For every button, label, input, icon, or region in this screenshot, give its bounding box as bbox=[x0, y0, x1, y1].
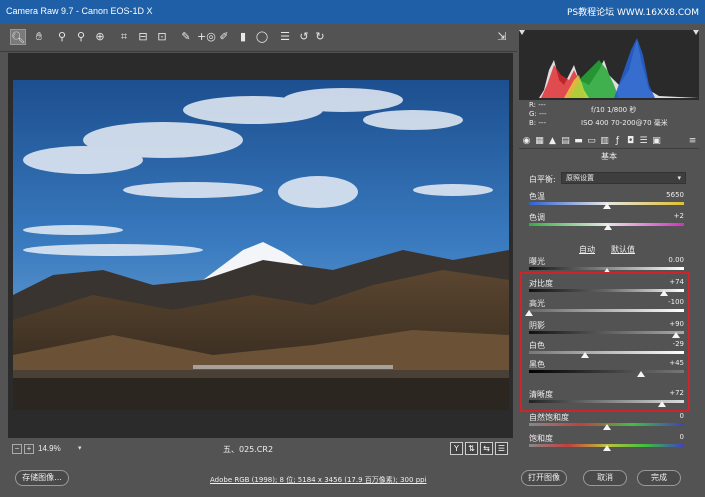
before-after-button[interactable]: Y bbox=[450, 442, 463, 455]
default-link[interactable]: 默认值 bbox=[611, 244, 635, 255]
white-balance-label: 白平衡: bbox=[529, 175, 556, 184]
highlight-box bbox=[520, 272, 690, 412]
crop-icon[interactable]: ⌗ bbox=[116, 29, 132, 45]
rotate-right-icon[interactable]: ↻ bbox=[312, 29, 328, 45]
transform-icon[interactable]: ⊡ bbox=[154, 29, 170, 45]
slider-thumb[interactable] bbox=[604, 224, 613, 230]
tone-curve-tab-icon[interactable]: ▦ bbox=[534, 136, 545, 147]
effects-tab-icon[interactable]: ▥ bbox=[599, 136, 610, 147]
red-eye-icon[interactable]: +◎ bbox=[197, 29, 216, 45]
section-title: 基本 bbox=[601, 152, 617, 161]
basic-tab-icon[interactable]: ◉ bbox=[521, 136, 532, 147]
done-button[interactable]: 完成 bbox=[637, 470, 681, 486]
window-title: Camera Raw 9.7 - Canon EOS-1D X bbox=[6, 6, 153, 16]
chevron-down-icon[interactable]: ▾ bbox=[78, 444, 82, 452]
spot-removal-icon[interactable]: ✎ bbox=[178, 29, 194, 45]
slider-value[interactable]: +2 bbox=[644, 212, 684, 220]
slider-value[interactable]: 0.00 bbox=[644, 256, 684, 264]
slider-value[interactable]: 5650 bbox=[644, 191, 684, 199]
histogram bbox=[519, 30, 699, 100]
straighten-icon[interactable]: ⊟ bbox=[135, 29, 151, 45]
split-toning-tab-icon[interactable]: ▬ bbox=[573, 136, 584, 147]
slider-label: 饱和度 bbox=[529, 434, 553, 443]
slider-value[interactable]: 0 bbox=[644, 433, 684, 441]
cancel-button[interactable]: 取消 bbox=[583, 470, 627, 486]
b-readout: B: --- bbox=[529, 119, 546, 127]
zoom-level[interactable]: 14.9% bbox=[38, 444, 61, 453]
slider-thumb[interactable] bbox=[602, 424, 611, 430]
iso-lens: ISO 400 70-200@70 毫米 bbox=[581, 119, 668, 127]
snapshots-tab-icon[interactable]: ▣ bbox=[651, 136, 662, 147]
detail-tab-icon[interactable]: ▲ bbox=[547, 136, 558, 147]
lens-tab-icon[interactable]: ▭ bbox=[586, 136, 597, 147]
auto-link[interactable]: 自动 bbox=[579, 244, 595, 255]
slider-value[interactable]: 0 bbox=[644, 412, 684, 420]
save-image-button[interactable]: 存储图像... bbox=[15, 470, 69, 486]
panel-tabs: ◉ ▦ ▲ ▤ ▬ ▭ ▥ ƒ ◘ ☰ ▣ ≡ bbox=[519, 134, 699, 149]
chevron-down-icon: ▾ bbox=[677, 174, 681, 182]
rotate-left-icon[interactable]: ↺ bbox=[296, 29, 312, 45]
color-sampler-icon[interactable]: ⚲ bbox=[73, 29, 89, 45]
photo-preview[interactable] bbox=[13, 80, 509, 410]
slider-thumb[interactable] bbox=[602, 445, 611, 451]
workflow-options-link[interactable]: Adobe RGB (1998); 8 位; 5184 x 3456 (17.9… bbox=[210, 475, 427, 485]
panel-menu-icon[interactable]: ≡ bbox=[687, 136, 698, 147]
swap-icon[interactable]: ⇅ bbox=[465, 442, 478, 455]
graduated-filter-icon[interactable]: ▮ bbox=[235, 29, 251, 45]
preview-settings-icon[interactable]: ☰ bbox=[495, 442, 508, 455]
r-readout: R: --- bbox=[529, 101, 546, 109]
radial-filter-icon[interactable]: ◯ bbox=[254, 29, 270, 45]
zoom-icon[interactable]: 🔍︎ bbox=[10, 29, 26, 45]
open-image-button[interactable]: 打开图像 bbox=[521, 470, 567, 486]
aperture-shutter: f/10 1/800 秒 bbox=[591, 106, 637, 114]
g-readout: G: --- bbox=[529, 110, 547, 118]
fx-tab-icon[interactable]: ƒ bbox=[612, 136, 623, 147]
zoom-in-button[interactable]: + bbox=[24, 444, 34, 454]
status-bar: − + 14.9% ▾ 五、025.CR2 Y ⇅ ⇆ ☰ bbox=[8, 442, 513, 458]
zoom-out-button[interactable]: − bbox=[12, 444, 22, 454]
slider-thumb[interactable] bbox=[602, 203, 611, 209]
slider-label: 曝光 bbox=[529, 257, 545, 266]
slider-label: 自然饱和度 bbox=[529, 413, 569, 422]
watermark-text: PS教程论坛 WWW.16XX8.COM bbox=[566, 8, 699, 18]
camera-calibration-tab-icon[interactable]: ◘ bbox=[625, 136, 636, 147]
copy-settings-icon[interactable]: ⇆ bbox=[480, 442, 493, 455]
presets-tab-icon[interactable]: ☰ bbox=[638, 136, 649, 147]
fullscreen-icon[interactable]: ⇲ bbox=[494, 29, 510, 45]
slider-label: 色温 bbox=[529, 192, 545, 201]
file-name: 五、025.CR2 bbox=[223, 445, 274, 454]
targeted-adjust-icon[interactable]: ⊕ bbox=[92, 29, 108, 45]
title-bar: Camera Raw 9.7 - Canon EOS-1D X PS教程论坛 W… bbox=[0, 0, 705, 24]
white-balance-icon[interactable]: ⚲ bbox=[54, 29, 70, 45]
preferences-icon[interactable]: ☰ bbox=[277, 29, 293, 45]
hsl-tab-icon[interactable]: ▤ bbox=[560, 136, 571, 147]
adjustment-brush-icon[interactable]: ✐ bbox=[216, 29, 232, 45]
slider-label: 色调 bbox=[529, 213, 545, 222]
camera-info: R: --- G: --- B: --- f/10 1/800 秒 ISO 40… bbox=[519, 100, 699, 132]
hand-icon[interactable]: ✋︎ bbox=[31, 29, 47, 45]
white-balance-select[interactable]: 原照设置 ▾ bbox=[561, 172, 686, 184]
